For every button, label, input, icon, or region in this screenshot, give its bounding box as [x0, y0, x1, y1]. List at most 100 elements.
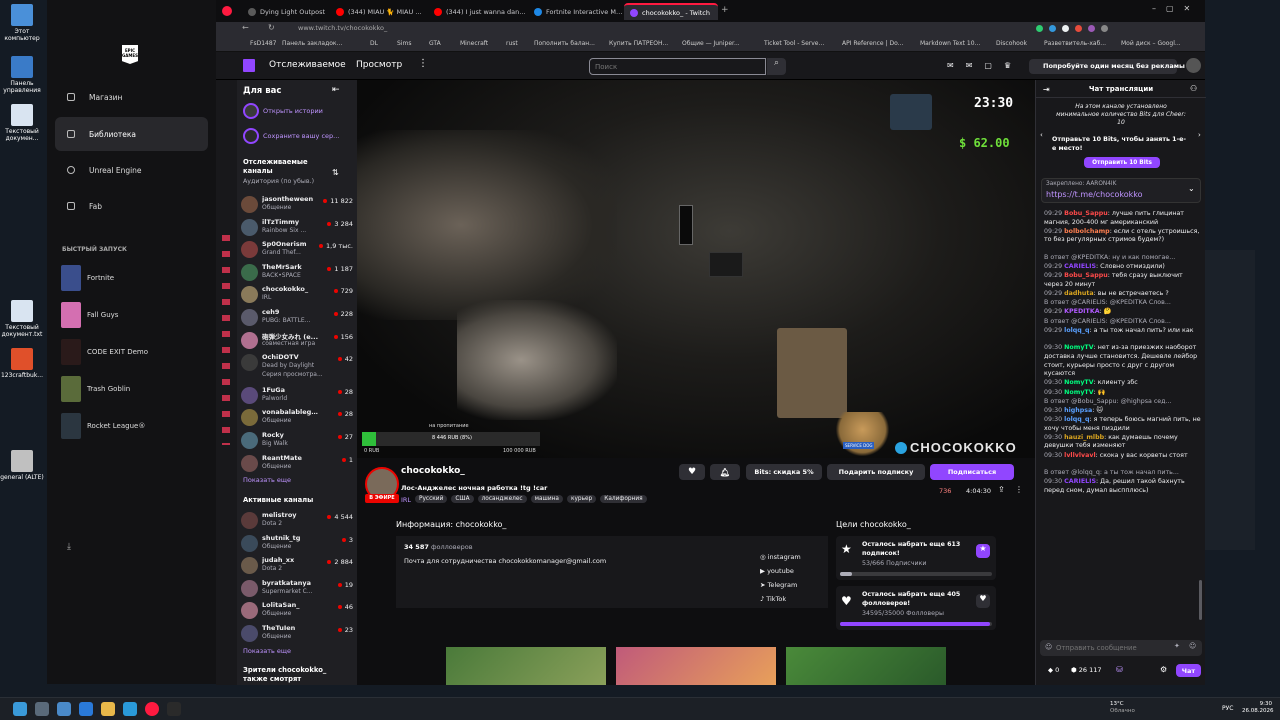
sidebar-channel[interactable]: ReantMate Общение 1 [237, 453, 357, 475]
chat-icon[interactable]: ▢ [984, 61, 992, 70]
desktop-icon-control-panel[interactable]: Панель управления [0, 56, 44, 94]
explorer-icon[interactable] [101, 702, 115, 716]
store-icon[interactable] [79, 702, 93, 716]
sidebar-channel[interactable]: Sp0Onerism Grand Thef... 1,9 тыс. [237, 239, 357, 261]
quick-launch-rocketleague[interactable]: Rocket League® [61, 413, 211, 439]
stream-tag[interactable]: курьер [566, 495, 597, 503]
sidebar-channel[interactable]: TheMrSark BACK•SPACE 1 187 [237, 262, 357, 284]
video-thumbnail[interactable] [616, 647, 776, 685]
chat-username[interactable]: KPEDITKA [1064, 308, 1099, 315]
pinned-message[interactable]: Закреплено: AARON4IK https://t.me/chocok… [1041, 178, 1201, 203]
tab-fortnite-map[interactable]: Fortnite Interactive Map - [528, 3, 624, 20]
sort-icon[interactable]: ⇅ [332, 168, 339, 177]
desktop-icon-text-txt[interactable]: Текстовый документ.txt [0, 300, 44, 338]
back-icon[interactable]: ← [242, 23, 249, 32]
chat-username[interactable]: CARIELIS [1064, 263, 1096, 270]
bookmark-item[interactable]: API Reference | Do... [842, 40, 903, 47]
bookmark-item[interactable]: FsD1487 [250, 40, 276, 47]
chat-message[interactable]: 09:29 CARIELIS: Словно отмиздили) [1044, 263, 1202, 272]
epic-games-icon[interactable] [167, 702, 181, 716]
inbox-icon[interactable]: ✉ [947, 61, 954, 70]
sidebar-channel[interactable]: 砲弾少女みれ (e... совместная игра 156 [237, 330, 357, 352]
chat-prev-icon[interactable]: ‹ [1040, 131, 1043, 139]
crown-icon[interactable]: ♛ [1004, 61, 1011, 70]
emote-picker-icon[interactable]: ☺ [1189, 642, 1196, 650]
show-more-active-link[interactable]: Показать еще [243, 647, 291, 655]
chat-message[interactable]: 09:30 NomyTV: клиенту збс [1044, 379, 1202, 388]
video-player[interactable]: 23:30 $ 62.00 на пропитание 8 446 RUB (8… [357, 80, 1035, 458]
stream-tag[interactable]: Калифорния [600, 495, 647, 503]
quick-launch-trashgoblin[interactable]: Trash Goblin [61, 376, 211, 402]
chat-message[interactable]: 09:30 lolqq_q: я теперь боюсь магний пить… [1044, 416, 1202, 433]
search-input[interactable] [589, 58, 766, 75]
notifications-bell-icon[interactable]: 🔔︎ [710, 464, 740, 480]
desktop-icon-text-document[interactable]: Текстовый докумен... [0, 104, 44, 142]
chat-message[interactable]: 09:30 CARIELIS: Да, решил такой бахнуть п… [1044, 478, 1202, 495]
chat-message[interactable]: 09:29 dadhuta: вы не встречаетесь ? [1044, 290, 1202, 299]
more-options-icon[interactable]: ⋮ [1015, 485, 1023, 494]
channel-name[interactable]: chocokokko_ [401, 466, 465, 476]
epic-nav-library[interactable]: Библиотека [55, 117, 208, 151]
chat-message[interactable]: 09:30 highpsa: 🐱 [1044, 407, 1202, 416]
youtube-link[interactable]: ▶ youtube [760, 564, 801, 578]
chat-message[interactable]: 09:29 KPEDITKA: 🤔 [1044, 308, 1202, 317]
chat-username[interactable]: lolqq_q [1064, 327, 1089, 334]
video-thumbnail[interactable] [786, 647, 946, 685]
chat-username[interactable]: Bobu_Sappu [1064, 210, 1108, 217]
clock[interactable]: 9:30 26.08.2026 [1242, 701, 1274, 715]
bookmark-item[interactable]: Sims [397, 40, 411, 47]
epic-nav-store[interactable]: Магазин [55, 80, 208, 114]
task-view-icon[interactable] [57, 702, 71, 716]
twitch-logo-icon[interactable] [243, 59, 255, 72]
chat-username[interactable]: lolqq_q [1064, 416, 1089, 423]
sidebar-channel[interactable]: vonabalablege... Общение 28 [237, 407, 357, 429]
bookmark-item[interactable]: Ticket Tool - Serve... [764, 40, 824, 47]
subscribe-star-button[interactable]: ★ [976, 544, 990, 558]
prime-button[interactable]: Попробуйте один месяц без рекламы [1029, 59, 1185, 74]
stream-tag[interactable]: Русский [415, 495, 448, 503]
user-avatar[interactable] [1186, 58, 1201, 73]
start-icon[interactable] [13, 702, 27, 716]
chat-username[interactable]: hauzi_mlbb [1064, 434, 1104, 441]
chevron-down-icon[interactable]: ⌄ [1188, 184, 1195, 193]
bookmark-item[interactable]: Discohook [996, 40, 1027, 47]
opera-sidebar-icons[interactable] [222, 235, 230, 445]
chat-username[interactable]: NomyTV [1064, 344, 1093, 351]
chat-send-button[interactable]: Чат [1176, 664, 1201, 677]
tab-dance[interactable]: (344) I just wanna dance # [428, 3, 528, 20]
quick-launch-codeexit[interactable]: CODE EXIT Demo [61, 339, 211, 365]
opera-icon[interactable] [145, 702, 159, 716]
bookmark-item[interactable]: Мой диск – Googl... [1121, 40, 1201, 47]
sidebar-channel[interactable]: jasontheween Общение 11 822 [237, 194, 357, 216]
stream-tag[interactable]: машина [530, 495, 563, 503]
chat-settings-icon[interactable]: ⚙ [1160, 665, 1167, 674]
sidebar-channel[interactable]: judah_xx Dota 2 2 884 [237, 555, 357, 577]
reload-icon[interactable]: ↻ [268, 23, 275, 32]
chat-message[interactable]: 09:29 Bobu_Sappu: тебя сразу выключит чер… [1044, 272, 1202, 289]
chat-username[interactable]: dadhuta [1064, 290, 1094, 297]
extension-icons[interactable] [1036, 25, 1196, 33]
edge-icon[interactable] [123, 702, 137, 716]
weather-widget[interactable]: 13°C Облачно [1110, 701, 1135, 715]
bookmark-item[interactable]: Панель закладок... [282, 40, 342, 47]
sidebar-channel[interactable]: 1FuGa Palworld 28 [237, 385, 357, 407]
url-field[interactable]: www.twitch.tv/chocokokko_ [298, 24, 387, 32]
tiktok-link[interactable]: ♪ TikTok [760, 592, 801, 606]
bookmark-item[interactable]: Купить ПАТРЕОН... [609, 40, 668, 47]
show-more-link[interactable]: Показать еще [243, 476, 291, 484]
sidebar-channel[interactable]: shutnik_tg Общение 3 [237, 533, 357, 555]
tab-miau[interactable]: (344) MIAU 🐈 MIAU 🐈 o [330, 3, 428, 20]
tab-twitch[interactable]: chocokokko_ - Twitch [624, 3, 718, 20]
chat-message[interactable]: 09:29 Bobu_Sappu: лучше пить глицинат маг… [1044, 210, 1202, 227]
search-icon[interactable]: ⌕ [767, 58, 786, 75]
chat-input[interactable] [1056, 641, 1171, 654]
sidebar-channel[interactable]: Rocky Big Walk 27 [237, 430, 357, 452]
chat-username[interactable]: NomyTV [1064, 379, 1093, 386]
chat-users-icon[interactable]: ⚇ [1190, 84, 1197, 93]
video-thumbnail[interactable] [446, 647, 606, 685]
share-icon[interactable]: ⇪ [998, 485, 1005, 494]
chat-scrollbar[interactable] [1199, 580, 1202, 620]
bookmark-item[interactable]: Общие — Juniper... [682, 40, 740, 47]
bookmark-item[interactable]: rust [506, 40, 518, 47]
promo-stories[interactable]: Открыть истории [243, 103, 355, 121]
